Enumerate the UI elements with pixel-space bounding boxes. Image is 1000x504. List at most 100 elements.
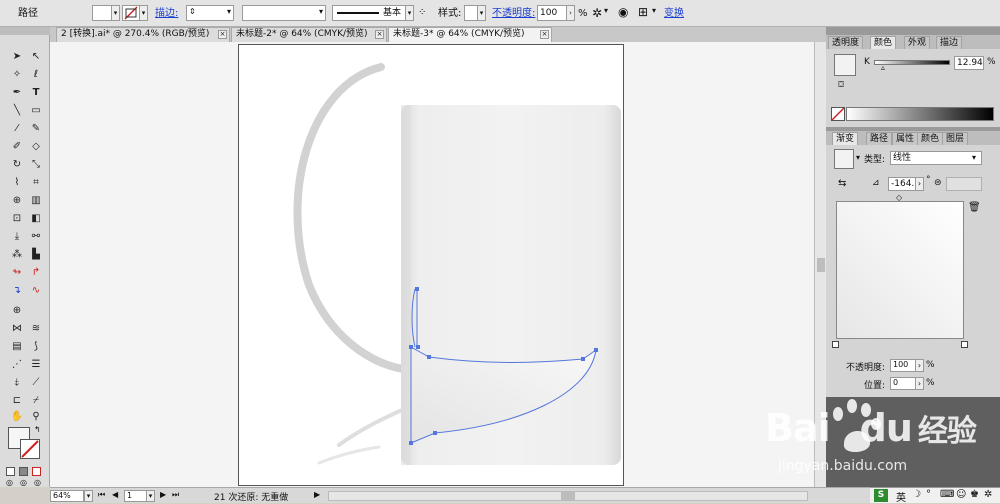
pen-tool-icon[interactable]: ✒ (8, 85, 26, 101)
stroke-weight-field[interactable]: ⇕ ▾ (186, 5, 234, 21)
angle-dropdown[interactable]: › (915, 177, 924, 191)
selection-tool-icon[interactable]: ➤ (8, 49, 26, 65)
align-stroke-icon[interactable]: ⁘ (418, 7, 426, 18)
tab-pathfinder[interactable]: 路径 (866, 132, 893, 145)
stroke-dropdown[interactable]: ▾ (139, 5, 148, 21)
free-transform-tool-icon[interactable]: ⌗ (27, 175, 45, 191)
rectangle-tool-icon[interactable]: ▭ (27, 103, 45, 119)
align-icon[interactable]: ⊞ (638, 5, 648, 19)
none-color-button[interactable] (831, 107, 845, 121)
ime-mode-label[interactable]: 英 (896, 489, 906, 504)
status-menu-icon[interactable]: ▶ (314, 490, 320, 499)
graph-tool-icon[interactable]: ▙ (27, 247, 45, 263)
stop-opacity-dropdown[interactable]: › (915, 359, 924, 372)
chevron-down-icon[interactable]: ▾ (652, 6, 656, 15)
envelope-tool-icon[interactable]: ≋ (27, 321, 45, 337)
measure-tool-icon[interactable]: ⟋ (27, 375, 45, 391)
keyboard-icon[interactable]: ⌨ (940, 489, 954, 500)
twirl-tool-icon[interactable]: ⟆ (27, 339, 45, 355)
draw-normal-icon[interactable]: ◎ (6, 478, 13, 487)
first-artboard-icon[interactable]: ⏮ (98, 490, 105, 500)
type-tool-icon[interactable]: T (27, 85, 45, 101)
stop-location-field[interactable]: 0 (890, 377, 916, 390)
k-slider[interactable] (874, 60, 950, 65)
tab-gradient[interactable]: 渐变 (832, 132, 859, 145)
document-canvas[interactable] (50, 42, 814, 487)
magic-wand-tool-icon[interactable]: ✧ (8, 67, 26, 83)
style-dropdown[interactable]: ▾ (477, 5, 486, 21)
gradient-stop-right[interactable] (961, 341, 968, 348)
scrollbar-thumb[interactable] (561, 492, 575, 500)
lasso-tool-icon[interactable]: ℓ (27, 67, 45, 83)
rotate-tool-icon[interactable]: ↻ (8, 157, 26, 173)
artboard-tool-icon[interactable]: ⊏ (8, 393, 26, 409)
gradient-tool-icon[interactable]: ◧ (27, 211, 45, 227)
fill-swatch[interactable] (92, 5, 112, 21)
gradient-slider[interactable] (836, 201, 964, 339)
user-icon[interactable]: ☺ (956, 489, 966, 500)
stop-location-dropdown[interactable]: › (915, 377, 924, 390)
scrollbar-thumb[interactable] (817, 258, 825, 272)
live-paint-tool-icon[interactable]: ▥ (27, 193, 45, 209)
perspective-grid-tool-icon[interactable]: ⊡ (8, 211, 26, 227)
anchor-add-tool-icon[interactable]: ↬ (8, 265, 26, 281)
swap-colors-icon[interactable]: ↰ (34, 425, 41, 434)
opacity-dropdown[interactable]: › (566, 5, 575, 21)
recolor-icon[interactable]: ✲ (592, 6, 602, 20)
zoom-dropdown[interactable]: ▾ (84, 490, 93, 502)
settings-icon[interactable]: ✲ (984, 489, 992, 500)
tab-appearance[interactable]: 外观 (904, 36, 931, 49)
scale-tool-icon[interactable]: ⤡ (27, 157, 45, 173)
symbol-sprayer-tool-icon[interactable]: ⁂ (8, 247, 26, 263)
variable-width-profile[interactable]: ▾ (242, 5, 326, 21)
bar-graph-tool-icon[interactable]: ☰ (27, 357, 45, 373)
eyedropper-tool-icon[interactable]: ⤓ (8, 229, 26, 245)
tools-panel-grip[interactable] (0, 27, 50, 35)
opacity-link[interactable]: 不透明度: (492, 0, 535, 27)
moon-icon[interactable]: ☽ (912, 489, 921, 500)
document-tab[interactable]: 未标题-2* @ 64% (CMYK/预览) × (231, 27, 387, 42)
target-tool-icon[interactable]: ⊕ (8, 303, 26, 319)
tab-attributes[interactable]: 属性 (892, 132, 919, 145)
none-mode-button[interactable] (32, 467, 41, 476)
out-of-gamut-icon[interactable]: ⛋ (838, 80, 844, 90)
reverse-gradient-icon[interactable]: ⇆ (838, 178, 846, 189)
brush-definition[interactable]: 基本 (332, 5, 412, 21)
stroke-color-swatch[interactable] (20, 439, 40, 459)
zoom-tool-icon[interactable]: ⚲ (27, 409, 45, 425)
wave-tool-icon[interactable]: ∿ (27, 283, 45, 299)
slider-thumb-icon[interactable]: ▵ (881, 63, 885, 72)
delete-stop-icon[interactable]: 🗑 (968, 202, 981, 213)
direct-selection-tool-icon[interactable]: ↖ (27, 49, 45, 65)
anchor-convert-tool-icon[interactable]: ↱ (27, 265, 45, 281)
close-tab-icon[interactable]: × (218, 30, 227, 39)
transform-link[interactable]: 变换 (664, 0, 684, 27)
color-spectrum-ramp[interactable] (846, 107, 994, 121)
artboard[interactable] (238, 44, 624, 486)
tab-color-guide[interactable]: 颜色 (917, 132, 944, 145)
gradient-stop-left[interactable] (832, 341, 839, 348)
stroke-link[interactable]: 描边: (155, 0, 178, 27)
previous-artboard-icon[interactable]: ◀ (112, 490, 118, 499)
panel-grip[interactable] (826, 27, 1000, 35)
stop-opacity-field[interactable]: 100 (890, 359, 916, 372)
document-tab-active[interactable]: 未标题-3* @ 64% (CMYK/预览) × (388, 27, 552, 42)
opacity-field[interactable]: 100 (537, 5, 567, 21)
color-mode-button[interactable] (6, 467, 15, 476)
chevron-down-icon[interactable]: ▾ (972, 153, 976, 162)
chevron-down-icon[interactable]: ▾ (856, 153, 860, 162)
style-swatch[interactable] (464, 5, 478, 21)
horizontal-scrollbar[interactable] (328, 491, 808, 501)
sogou-icon[interactable]: S (874, 489, 888, 502)
aspect-ratio-field[interactable] (946, 177, 982, 191)
gradient-type-select[interactable]: 线性 (890, 151, 982, 165)
close-tab-icon[interactable]: × (540, 30, 549, 39)
artboard-dropdown[interactable]: ▾ (146, 490, 155, 502)
gradient-preview-swatch[interactable] (834, 149, 854, 169)
draw-behind-icon[interactable]: ◎ (20, 478, 27, 487)
mesh-tool-icon[interactable]: ⋈ (8, 321, 26, 337)
slice-tool-icon[interactable]: ⌿ (27, 393, 45, 409)
scatter-graph-tool-icon[interactable]: ⋰ (8, 357, 26, 373)
angle-field[interactable]: -164. (888, 177, 916, 191)
warp-tool-icon[interactable]: ⌇ (8, 175, 26, 191)
